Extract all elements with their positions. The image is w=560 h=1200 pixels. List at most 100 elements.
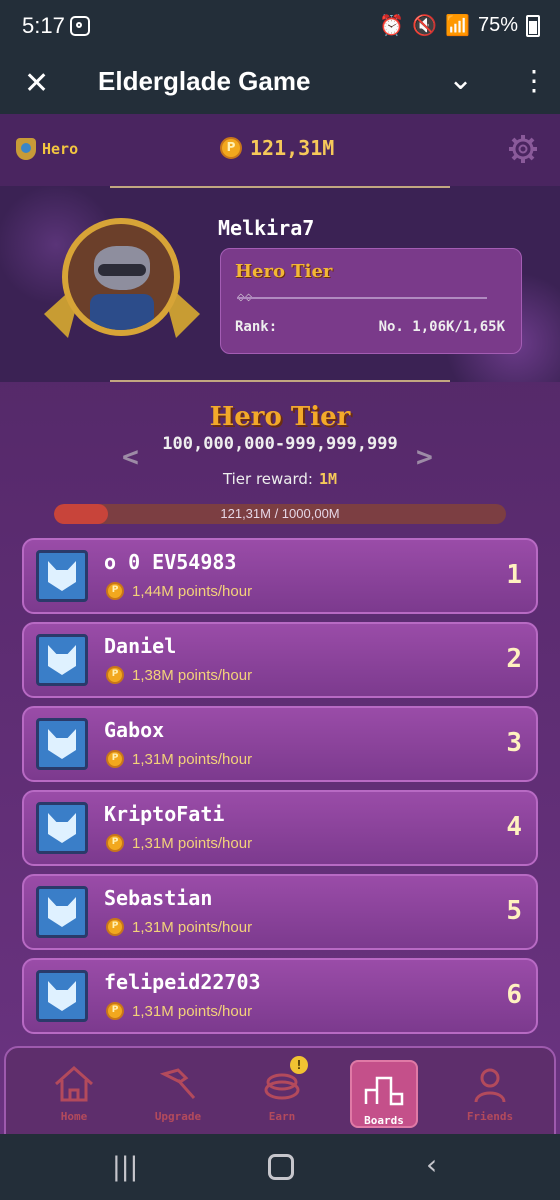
league-badge[interactable]: Hero	[16, 138, 78, 160]
tier-progress-text: 121,31M / 1000,00M	[220, 506, 340, 521]
podium-icon	[352, 1068, 416, 1108]
coin-icon	[220, 137, 242, 159]
leaderboard-row[interactable]: Daniel 1,38M points/hour 2	[22, 622, 538, 698]
points-text: 1,38M points/hour	[132, 666, 253, 684]
wolf-avatar-icon	[36, 886, 88, 938]
player-name: Daniel	[104, 634, 177, 658]
battery-icon	[526, 14, 540, 37]
wolf-avatar-icon	[36, 970, 88, 1022]
player-name: Gabox	[104, 718, 165, 742]
leaderboard-row[interactable]: KriptoFati 1,31M points/hour 4	[22, 790, 538, 866]
rank-number: 1	[506, 560, 522, 590]
tier-range: 100,000,000-999,999,999	[162, 434, 398, 454]
nav-boards[interactable]: Boards	[350, 1060, 418, 1128]
tier-reward-value: 1M	[318, 470, 338, 488]
app-title: Elderglade Game	[98, 66, 311, 96]
rank-number: 4	[506, 812, 522, 842]
rank-number: 2	[506, 644, 522, 674]
hammer-icon	[130, 1064, 226, 1104]
points-text: 1,31M points/hour	[132, 750, 253, 768]
tier-card-title: Hero Tier	[235, 261, 333, 282]
rank-value: No. 1,06K/1,65K	[378, 319, 505, 335]
nav-label: Home	[60, 1110, 88, 1123]
leaderboard-row[interactable]: Sebastian 1,31M points/hour 5	[22, 874, 538, 950]
shield-icon	[16, 138, 36, 160]
points-per-hour: 1,31M points/hour	[106, 918, 252, 936]
notification-badge: !	[290, 1056, 308, 1074]
game-top-bar: Hero 121,31M	[0, 114, 560, 186]
coin-icon	[106, 666, 124, 684]
coin-icon	[106, 918, 124, 936]
chevron-down-icon[interactable]: ⌄	[448, 62, 473, 97]
tier-reward: Tier reward: 1M	[0, 470, 560, 488]
nav-label: Upgrade	[154, 1110, 202, 1123]
coin-icon	[106, 582, 124, 600]
tier-progress-bar: 121,31M / 1000,00M	[54, 504, 506, 524]
leaderboard-row[interactable]: felipeid22703 1,31M points/hour 6	[22, 958, 538, 1034]
wifi-icon: 📶	[445, 15, 470, 37]
coin-icon	[106, 750, 124, 768]
nav-friends[interactable]: Friends	[442, 1058, 538, 1128]
leaderboard-row[interactable]: Gabox 1,31M points/hour 3	[22, 706, 538, 782]
wolf-avatar-icon	[36, 550, 88, 602]
points-per-hour: 1,31M points/hour	[106, 834, 252, 852]
points-text: 1,31M points/hour	[132, 834, 253, 852]
leaderboard-row[interactable]: o 0 EV54983 1,44M points/hour 1	[22, 538, 538, 614]
nav-earn[interactable]: Earn!	[234, 1056, 330, 1128]
wolf-avatar-icon	[36, 718, 88, 770]
game-view: Hero 121,31M Melk	[0, 114, 560, 1134]
profile-banner: Melkira7 Hero Tier ◇◇ Rank: No. 1,06K/1,…	[0, 186, 560, 382]
player-name: o 0 EV54983	[104, 550, 237, 574]
rank-number: 3	[506, 728, 522, 758]
ornament-divider	[110, 186, 450, 198]
gear-icon[interactable]	[508, 134, 538, 164]
player-name: felipeid22703	[104, 970, 261, 994]
leaderboard-list: o 0 EV54983 1,44M points/hour 1 Daniel 1,38M…	[22, 538, 538, 1042]
points-per-hour: 1,31M points/hour	[106, 750, 252, 768]
raccoon-mask	[98, 264, 146, 276]
nav-label: Friends	[466, 1110, 514, 1123]
coin-icon	[106, 834, 124, 852]
rank-label: Rank:	[235, 319, 278, 335]
coin-icon	[106, 1002, 124, 1020]
nav-home[interactable]: Home	[26, 1058, 122, 1128]
raccoon-body	[90, 294, 154, 330]
username: Melkira7	[218, 216, 315, 240]
ornament-divider	[110, 370, 450, 382]
rank-number: 5	[506, 896, 522, 926]
points-text: 1,31M points/hour	[132, 1002, 253, 1020]
home-icon	[26, 1064, 122, 1104]
mute-icon: 🔇	[412, 15, 438, 37]
player-name: Sebastian	[104, 886, 213, 910]
instagram-icon	[70, 16, 90, 36]
avatar-frame	[62, 218, 180, 336]
status-bar: 5:17 ⏰ 🔇 📶 75%	[0, 0, 560, 52]
home-system-icon[interactable]	[268, 1154, 294, 1180]
tier-card: Hero Tier ◇◇ Rank: No. 1,06K/1,65K	[220, 248, 522, 354]
points-text: 1,31M points/hour	[132, 918, 253, 936]
next-tier-arrow-icon[interactable]: >	[416, 440, 433, 473]
recent-apps-icon[interactable]: |||	[112, 1152, 138, 1182]
nav-label: Earn	[268, 1110, 296, 1123]
alarm-icon: ⏰	[379, 15, 405, 37]
points-text: 1,44M points/hour	[132, 582, 253, 600]
nav-upgrade[interactable]: Upgrade	[130, 1058, 226, 1128]
coins-icon	[234, 1064, 330, 1104]
player-avatar[interactable]	[44, 208, 200, 364]
prev-tier-arrow-icon[interactable]: <	[122, 440, 139, 473]
nav-label: Boards	[364, 1114, 404, 1127]
friends-icon	[442, 1064, 538, 1104]
tier-card-divider	[237, 297, 487, 299]
balance-value: 121,31M	[250, 136, 335, 160]
points-per-hour: 1,31M points/hour	[106, 1002, 252, 1020]
tier-title: Hero Tier	[209, 402, 351, 432]
status-time: 5:17	[22, 13, 65, 38]
tier-reward-label: Tier reward:	[222, 470, 313, 488]
balance: 121,31M	[220, 136, 334, 160]
close-icon[interactable]: ✕	[24, 66, 49, 101]
status-icons: ⏰ 🔇 📶 75%	[379, 13, 540, 38]
bottom-nav: Home Upgrade Earn! Boards Friends	[4, 1046, 556, 1134]
back-icon[interactable]: ‹	[426, 1148, 437, 1181]
more-options-icon[interactable]: ⋮	[520, 64, 548, 97]
tier-header: Hero Tier 100,000,000-999,999,999	[0, 402, 560, 454]
